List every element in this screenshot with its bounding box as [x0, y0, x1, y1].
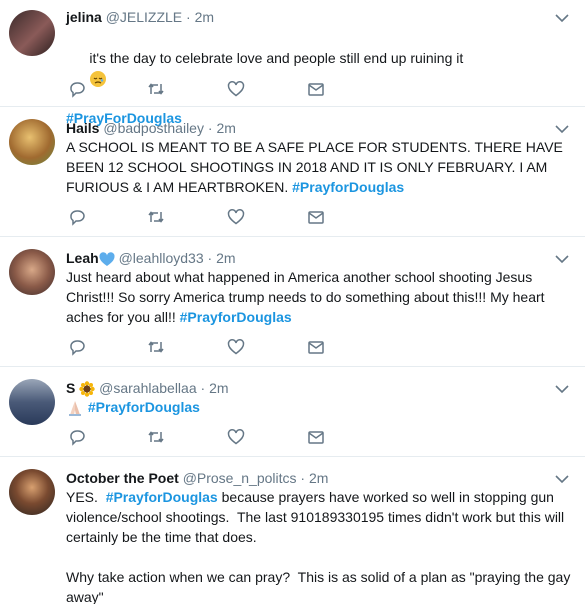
separator-dot: · — [300, 470, 306, 486]
tweet-actions — [66, 338, 346, 358]
chevron-down-icon[interactable] — [554, 472, 570, 486]
tweet[interactable]: jelina @JELIZZLE · 2m it's the day to ce… — [0, 0, 585, 126]
like-button[interactable] — [227, 80, 247, 100]
avatar[interactable] — [9, 379, 55, 425]
separator-dot: · — [207, 120, 213, 136]
reply-icon — [70, 340, 85, 356]
tweet-text: YES. #PrayforDouglas because prayers hav… — [66, 487, 576, 604]
blue-heart-emoji — [99, 252, 115, 266]
timestamp[interactable]: 2m — [209, 380, 228, 396]
separator-dot: · — [200, 380, 206, 396]
retweet-icon — [148, 431, 164, 443]
user-name[interactable]: jelina — [66, 9, 102, 25]
retweet-button[interactable] — [147, 428, 167, 448]
user-handle[interactable]: @leahlloyd33 — [119, 250, 204, 266]
tweet-body-start: YES. — [66, 489, 98, 505]
retweet-icon — [148, 341, 164, 353]
timestamp[interactable]: 2m — [309, 470, 328, 486]
reply-icon — [70, 430, 85, 446]
tweet[interactable]: October the Poet @Prose_n_politcs · 2m Y… — [0, 457, 585, 604]
tweet[interactable]: S @sarahlabellaa · 2m #PrayforDouglas — [0, 367, 585, 457]
reply-icon — [70, 82, 85, 98]
folded-hands-emoji — [69, 401, 81, 417]
tweet[interactable]: Leah @leahlloyd33 · 2m Just heard about … — [0, 237, 585, 367]
tweet-text: #PrayforDouglas — [66, 397, 576, 417]
tweet-actions — [66, 80, 346, 100]
tweet-text: Just heard about what happened in Americ… — [66, 267, 576, 327]
retweet-button[interactable] — [147, 338, 167, 358]
avatar[interactable] — [9, 119, 55, 165]
reply-button[interactable] — [68, 428, 88, 448]
user-handle[interactable]: @badposthailey — [103, 120, 204, 136]
tweet-body: it's the day to celebrate love and peopl… — [89, 50, 464, 66]
chevron-down-icon[interactable] — [554, 252, 570, 266]
dm-icon — [308, 341, 324, 354]
user-name[interactable]: October the Poet — [66, 470, 179, 486]
retweet-button[interactable] — [147, 80, 167, 100]
timestamp[interactable]: 2m — [216, 250, 235, 266]
tweet-body: Just heard about what happened in Americ… — [66, 269, 549, 325]
avatar[interactable] — [9, 249, 55, 295]
like-button[interactable] — [227, 338, 247, 358]
dm-icon — [308, 211, 324, 224]
hashtag-link[interactable]: #PrayforDouglas — [292, 179, 404, 195]
like-icon — [227, 209, 245, 225]
retweet-icon — [148, 83, 164, 95]
hashtag-link[interactable]: #PrayforDouglas — [106, 489, 218, 505]
dm-button[interactable] — [307, 80, 327, 100]
chevron-down-icon[interactable] — [554, 11, 570, 25]
user-name[interactable]: S — [66, 380, 75, 396]
tweet-header: S @sarahlabellaa · 2m — [66, 379, 229, 397]
dm-icon — [308, 83, 324, 96]
dm-button[interactable] — [307, 428, 327, 448]
user-handle[interactable]: @sarahlabellaa — [99, 380, 197, 396]
user-handle[interactable]: @Prose_n_politcs — [183, 470, 297, 486]
tweet-header: Hails @badposthailey · 2m — [66, 119, 236, 137]
reply-button[interactable] — [68, 208, 88, 228]
user-name[interactable]: Leah — [66, 250, 99, 266]
timestamp[interactable]: 2m — [216, 120, 235, 136]
tweet-header: October the Poet @Prose_n_politcs · 2m — [66, 469, 328, 487]
timestamp[interactable]: 2m — [195, 9, 214, 25]
like-button[interactable] — [227, 428, 247, 448]
sunflower-emoji — [79, 381, 95, 397]
dm-button[interactable] — [307, 338, 327, 358]
tweet-actions — [66, 428, 346, 448]
tweet-body-end: because prayers have worked so well in s… — [66, 489, 571, 604]
like-icon — [227, 81, 245, 97]
hashtag-link[interactable]: #PrayforDouglas — [180, 309, 292, 325]
like-button[interactable] — [227, 208, 247, 228]
chevron-down-icon[interactable] — [554, 122, 570, 136]
user-handle[interactable]: @JELIZZLE — [106, 9, 182, 25]
like-icon — [227, 339, 245, 355]
tweet-header: Leah @leahlloyd33 · 2m — [66, 249, 236, 267]
tweet-feed: jelina @JELIZZLE · 2m it's the day to ce… — [0, 0, 585, 604]
retweet-icon — [148, 211, 164, 223]
retweet-button[interactable] — [147, 208, 167, 228]
reply-icon — [70, 210, 85, 226]
chevron-down-icon[interactable] — [554, 382, 570, 396]
separator-dot: · — [186, 9, 191, 25]
separator-dot: · — [207, 250, 213, 266]
tweet-header: jelina @JELIZZLE · 2m — [66, 8, 214, 26]
avatar[interactable] — [9, 10, 55, 56]
tweet-text: A SCHOOL IS MEANT TO BE A SAFE PLACE FOR… — [66, 137, 576, 197]
dm-button[interactable] — [307, 208, 327, 228]
reply-button[interactable] — [68, 80, 88, 100]
avatar[interactable] — [9, 469, 55, 515]
dm-icon — [308, 431, 324, 444]
user-name[interactable]: Hails — [66, 120, 99, 136]
reply-button[interactable] — [68, 338, 88, 358]
hashtag-link[interactable]: #PrayforDouglas — [88, 399, 200, 415]
tweet-actions — [66, 208, 346, 228]
like-icon — [227, 429, 245, 445]
tweet[interactable]: Hails @badposthailey · 2m A SCHOOL IS ME… — [0, 107, 585, 237]
